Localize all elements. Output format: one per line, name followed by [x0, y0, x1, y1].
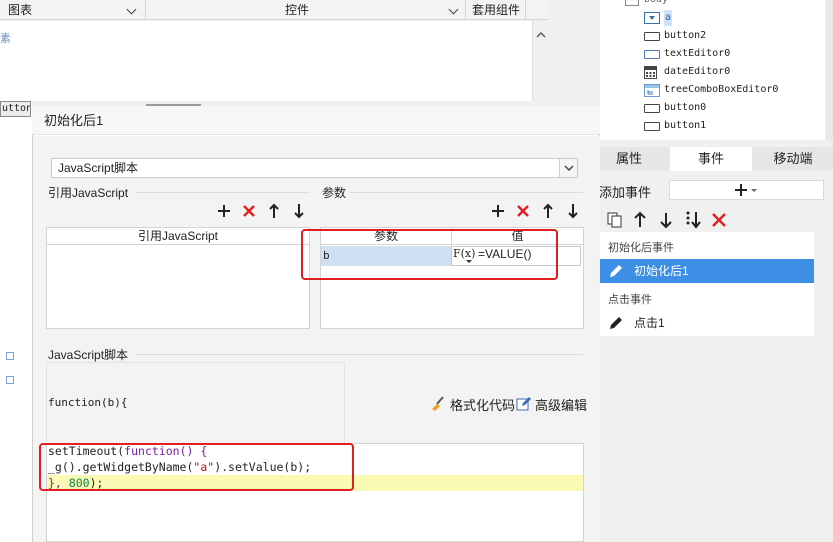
event-item-label: 初始化后1 [634, 264, 689, 278]
move-bottom-icon[interactable] [684, 210, 702, 230]
edit-icon [516, 397, 531, 411]
tree-item-label: button1 [664, 120, 707, 131]
tree-item-label: dateEditor0 [664, 66, 731, 77]
divider [136, 192, 310, 193]
add-param-button[interactable] [489, 202, 507, 220]
divider [145, 0, 146, 20]
event-item-click[interactable]: 点击1 [600, 311, 814, 335]
element-label: 素 [0, 33, 11, 45]
format-code-button[interactable]: 格式化代码 [430, 395, 515, 413]
event-group-click: 点击事件 [608, 294, 652, 306]
event-toolbar [600, 208, 814, 232]
move-down-param-button[interactable] [564, 202, 582, 220]
tree-combo-icon [644, 83, 660, 97]
add-event-button[interactable] [669, 180, 824, 200]
script-type-select[interactable]: JavaScript脚本 [51, 158, 578, 178]
tree-item-dateeditor0[interactable]: dateEditor0 [644, 64, 730, 80]
widget-menu[interactable]: 控件 [285, 0, 309, 20]
copy-icon[interactable] [606, 211, 624, 229]
event-item-label: 点击1 [634, 316, 665, 330]
design-canvas[interactable] [0, 101, 32, 542]
move-down-icon[interactable] [658, 211, 674, 229]
button-widget-icon [644, 121, 660, 131]
tree-root-label[interactable]: body [644, 0, 668, 5]
tree-item-label: a [664, 10, 673, 26]
resize-handle[interactable] [6, 352, 14, 360]
panel-scrollbar[interactable] [532, 21, 548, 101]
delete-ref-js-button[interactable] [240, 202, 258, 220]
text-editor-icon [644, 49, 660, 59]
add-ref-js-button[interactable] [215, 202, 233, 220]
add-event-label: 添加事件 [599, 185, 652, 200]
ref-js-section-label: 引用JavaScript [48, 186, 129, 200]
ref-js-column-header: 引用JavaScript [47, 228, 309, 245]
button-widget-icon [644, 31, 660, 41]
chevron-down-icon [564, 165, 574, 172]
tree-item-label: textEditor0 [664, 48, 731, 59]
advanced-edit-button[interactable]: 高级编辑 [516, 395, 587, 413]
tree-item-a[interactable]: a [644, 10, 673, 26]
tree-scrollbar[interactable] [826, 0, 833, 140]
tree-item-texteditor0[interactable]: textEditor0 [644, 46, 730, 62]
canvas-button0[interactable]: utton0 [0, 101, 31, 117]
tree-item-label: button2 [664, 30, 707, 41]
plus-dropdown-icon [734, 184, 757, 196]
tree-item-treecombobox0[interactable]: treeComboBoxEditor0 [644, 82, 778, 98]
tree-item-label: treeComboBoxEditor0 [664, 84, 779, 95]
broom-icon [432, 396, 444, 411]
params-section-label: 参数 [322, 186, 347, 200]
move-up-ref-js-button[interactable] [265, 202, 283, 220]
dropdown-widget-icon [644, 12, 660, 24]
pencil-icon [610, 265, 622, 277]
chart-chevron-down-icon[interactable] [126, 4, 137, 15]
suite-menu[interactable]: 套用组件 [472, 0, 520, 20]
delete-icon[interactable] [711, 212, 727, 228]
tab-mobile[interactable]: 移动端 [760, 147, 826, 171]
function-header: function(b){ [48, 396, 128, 409]
delete-param-button[interactable] [514, 202, 532, 220]
widget-toolbar: 图表 控件 套用组件 [0, 0, 548, 20]
component-panel [0, 21, 548, 101]
button-widget-icon [644, 103, 660, 113]
chart-menu[interactable]: 图表 [8, 0, 32, 20]
divider [350, 192, 583, 193]
script-section-label: JavaScript脚本 [48, 348, 129, 362]
move-up-icon[interactable] [632, 211, 648, 229]
tree-item-button0[interactable]: button0 [644, 100, 706, 116]
move-up-param-button[interactable] [539, 202, 557, 220]
event-item-after-init[interactable]: 初始化后1 [600, 259, 814, 283]
divider [465, 0, 466, 20]
advanced-edit-label: 高级编辑 [535, 397, 588, 413]
scroll-up-icon[interactable] [533, 29, 549, 41]
dialog-title: 初始化后1 [32, 106, 600, 135]
tree-item-button2[interactable]: button2 [644, 28, 706, 44]
highlight-box-code [39, 443, 354, 491]
tab-properties[interactable]: 属性 [600, 147, 658, 171]
calendar-icon [644, 65, 657, 79]
select-dropdown-button[interactable] [559, 159, 577, 177]
tab-events[interactable]: 事件 [670, 147, 752, 171]
ref-js-table[interactable]: 引用JavaScript [46, 227, 310, 329]
pencil-icon [610, 317, 622, 329]
tree-item-label: button0 [664, 102, 707, 113]
widget-chevron-down-icon[interactable] [448, 4, 459, 15]
divider [525, 0, 526, 20]
event-group-after-init: 初始化后事件 [608, 242, 674, 254]
tree-item-button1[interactable]: button1 [644, 118, 706, 134]
divider [136, 354, 583, 355]
resize-handle[interactable] [6, 376, 14, 384]
highlight-box-params [301, 229, 558, 280]
body-icon [625, 0, 639, 6]
move-down-ref-js-button[interactable] [290, 202, 308, 220]
format-code-label: 格式化代码 [450, 397, 516, 413]
